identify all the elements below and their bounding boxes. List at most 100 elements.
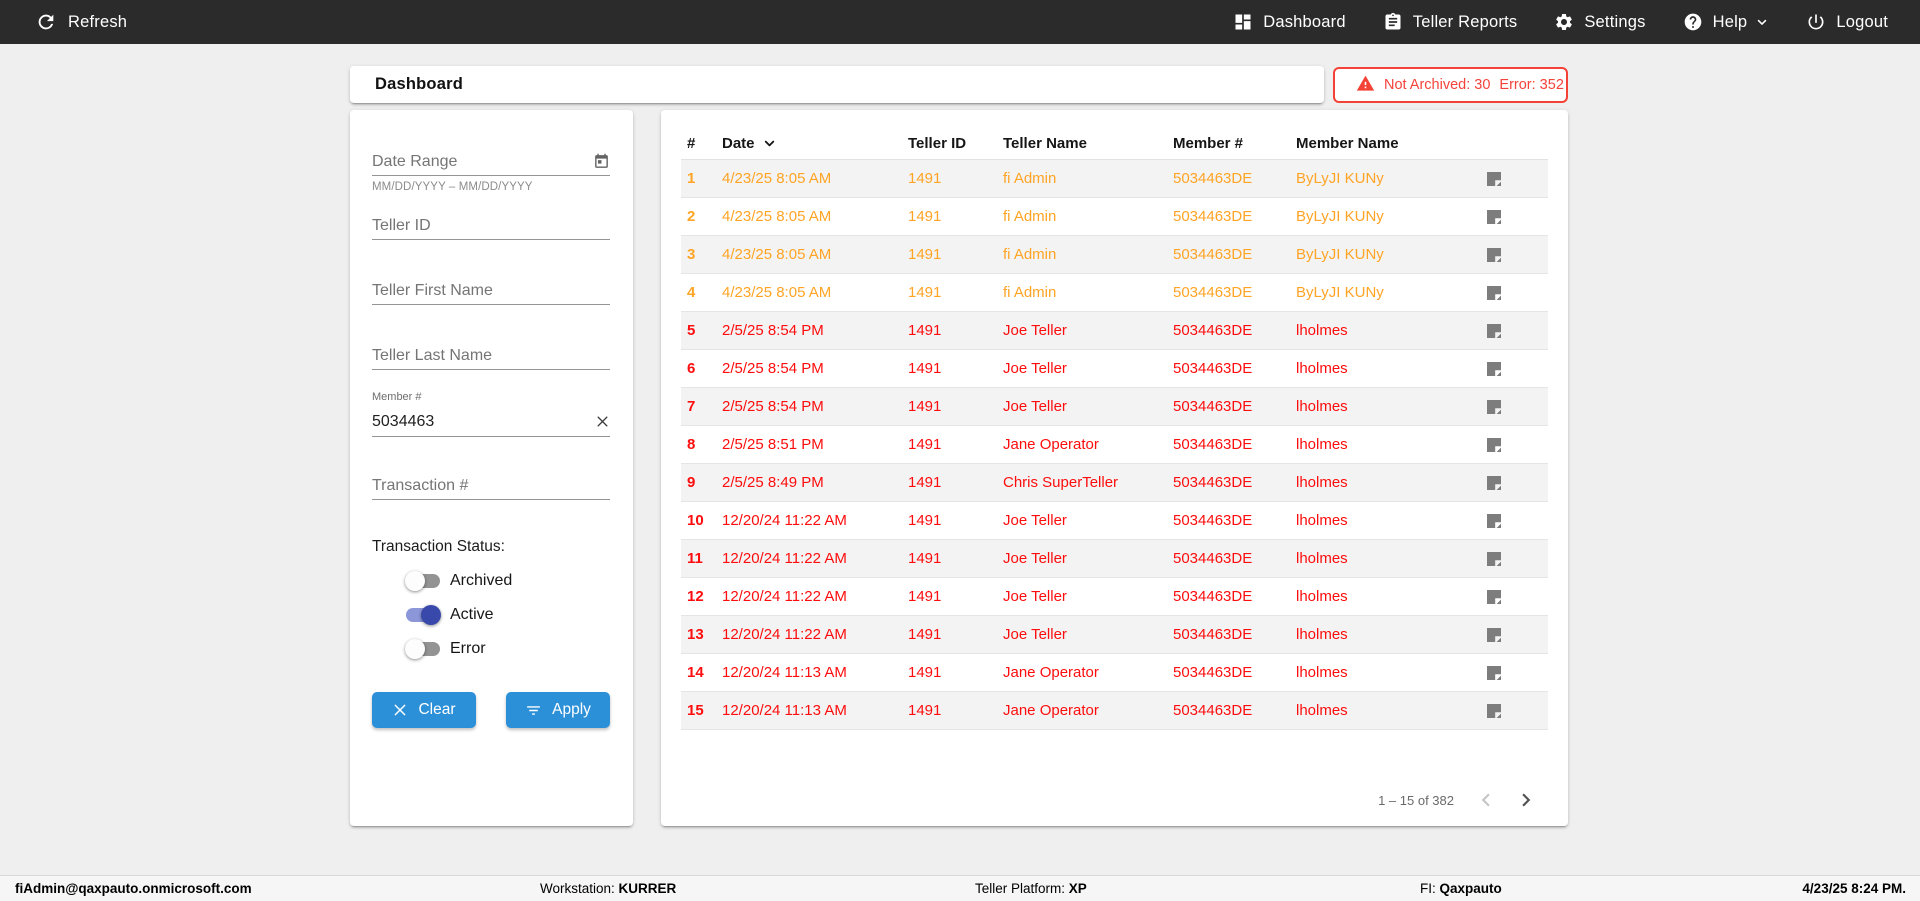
chevron-right-icon: [1513, 787, 1539, 813]
table-row[interactable]: 11 12/20/24 11:22 AM 1491 Joe Teller 5034463…: [681, 540, 1548, 578]
cell-member-name: lholmes: [1296, 588, 1348, 605]
note-icon[interactable]: [1486, 247, 1548, 263]
cell-teller-id: 1491: [908, 474, 942, 491]
cell-member-num: 5034463DE: [1173, 512, 1253, 529]
sort-desc-icon: [762, 136, 777, 151]
table-row[interactable]: 5 2/5/25 8:54 PM 1491 Joe Teller 5034463DE lh…: [681, 312, 1548, 350]
toggle-error[interactable]: Error: [405, 639, 486, 659]
note-icon[interactable]: [1486, 437, 1548, 453]
cell-teller-id: 1491: [908, 360, 942, 377]
table-row[interactable]: 13 12/20/24 11:22 AM 1491 Joe Teller 5034463…: [681, 616, 1548, 654]
cell-teller-id: 1491: [908, 550, 942, 567]
table-row[interactable]: 2 4/23/25 8:05 AM 1491 fi Admin 5034463DE ByL…: [681, 198, 1548, 236]
chevron-left-icon: [1473, 787, 1499, 813]
prev-page-button[interactable]: [1466, 780, 1506, 820]
teller-id-placeholder: Teller ID: [372, 216, 431, 234]
cell-num: 2: [687, 208, 696, 225]
alert-banner[interactable]: Not Archived: 30 Error: 352: [1333, 67, 1568, 103]
financial-institution: FI: Qaxpauto: [1420, 881, 1502, 896]
toggle-active[interactable]: Active: [405, 605, 494, 625]
note-icon[interactable]: [1486, 171, 1548, 187]
note-icon[interactable]: [1486, 703, 1548, 719]
refresh-button[interactable]: Refresh: [0, 0, 127, 44]
col-date[interactable]: Date: [722, 135, 908, 152]
teller-first-name-field[interactable]: Teller First Name: [372, 277, 610, 305]
apply-button[interactable]: Apply: [506, 692, 610, 728]
cell-date: 2/5/25 8:54 PM: [722, 398, 824, 415]
date-range-placeholder: Date Range: [372, 152, 458, 170]
nav-item-dashboard[interactable]: Dashboard: [1233, 0, 1346, 44]
cell-num: 12: [687, 588, 704, 605]
note-icon[interactable]: [1486, 627, 1548, 643]
cell-member-name: lholmes: [1296, 436, 1348, 453]
col-member-name[interactable]: Member Name: [1296, 135, 1486, 152]
active-switch[interactable]: [405, 605, 441, 625]
table-row[interactable]: 12 12/20/24 11:22 AM 1491 Joe Teller 5034463…: [681, 578, 1548, 616]
table-row[interactable]: 8 2/5/25 8:51 PM 1491 Jane Operator 5034463D…: [681, 426, 1548, 464]
cell-num: 10: [687, 512, 704, 529]
note-icon[interactable]: [1486, 323, 1548, 339]
note-icon[interactable]: [1486, 513, 1548, 529]
cell-teller-name: Chris SuperTeller: [1003, 474, 1119, 491]
close-icon: [392, 702, 408, 718]
note-icon[interactable]: [1486, 551, 1548, 567]
table-row[interactable]: 15 12/20/24 11:13 AM 1491 Jane Operator 5034…: [681, 692, 1548, 730]
table-row[interactable]: 9 2/5/25 8:49 PM 1491 Chris SuperTeller 5034…: [681, 464, 1548, 502]
date-range-field[interactable]: Date Range MM/DD/YYYY – MM/DD/YYYY: [372, 148, 610, 193]
calendar-icon[interactable]: [593, 153, 610, 170]
table-row[interactable]: 3 4/23/25 8:05 AM 1491 fi Admin 5034463DE ByL…: [681, 236, 1548, 274]
cell-num: 14: [687, 664, 704, 681]
member-number-value[interactable]: 5034463: [372, 413, 595, 431]
teller-last-name-field[interactable]: Teller Last Name: [372, 342, 610, 370]
teller-id-field[interactable]: Teller ID: [372, 212, 610, 240]
nav-item-help[interactable]: Help: [1683, 0, 1770, 44]
cell-teller-name: fi Admin: [1003, 246, 1057, 263]
nav-item-settings[interactable]: Settings: [1554, 0, 1645, 44]
cell-date: 12/20/24 11:22 AM: [722, 588, 847, 605]
error-switch[interactable]: [405, 639, 441, 659]
dashboard-icon: [1233, 12, 1253, 32]
cell-member-num: 5034463DE: [1173, 664, 1253, 681]
transaction-number-field[interactable]: Transaction #: [372, 472, 610, 500]
note-icon[interactable]: [1486, 209, 1548, 225]
cell-member-name: lholmes: [1296, 702, 1348, 719]
member-number-field[interactable]: Member # 5034463: [372, 391, 610, 437]
top-nav: Refresh Dashboard Teller Reports Setting…: [0, 0, 1920, 44]
cell-teller-name: fi Admin: [1003, 284, 1057, 301]
cell-member-name: ByLyJI KUNy: [1296, 284, 1384, 301]
col-teller-id[interactable]: Teller ID: [908, 135, 1003, 152]
nav-menu: Dashboard Teller Reports Settings Help L…: [1233, 0, 1920, 44]
note-icon[interactable]: [1486, 361, 1548, 377]
cell-date: 12/20/24 11:22 AM: [722, 550, 847, 567]
note-icon[interactable]: [1486, 589, 1548, 605]
col-member-num[interactable]: Member #: [1173, 135, 1296, 152]
note-icon[interactable]: [1486, 285, 1548, 301]
archived-switch[interactable]: [405, 571, 441, 591]
cell-member-name: lholmes: [1296, 360, 1348, 377]
cell-num: 5: [687, 322, 696, 339]
cell-member-name: lholmes: [1296, 474, 1348, 491]
col-teller-name[interactable]: Teller Name: [1003, 135, 1173, 152]
note-icon[interactable]: [1486, 665, 1548, 681]
table-row[interactable]: 1 4/23/25 8:05 AM 1491 fi Admin 5034463DE ByL…: [681, 160, 1548, 198]
table-row[interactable]: 7 2/5/25 8:54 PM 1491 Joe Teller 5034463DE lh…: [681, 388, 1548, 426]
toggle-archived[interactable]: Archived: [405, 571, 512, 591]
nav-item-logout[interactable]: Logout: [1806, 0, 1888, 44]
cell-teller-name: Joe Teller: [1003, 512, 1067, 529]
teller-first-name-placeholder: Teller First Name: [372, 281, 493, 299]
table-row[interactable]: 6 2/5/25 8:54 PM 1491 Joe Teller 5034463DE lh…: [681, 350, 1548, 388]
alert-not-archived: Not Archived: 30: [1384, 77, 1491, 93]
clear-button[interactable]: Clear: [372, 692, 476, 728]
cell-teller-id: 1491: [908, 702, 942, 719]
nav-item-teller-reports[interactable]: Teller Reports: [1383, 0, 1518, 44]
table-row[interactable]: 14 12/20/24 11:13 AM 1491 Jane Operator 5034…: [681, 654, 1548, 692]
next-page-button[interactable]: [1506, 780, 1546, 820]
workstation: Workstation: KURRER: [540, 881, 677, 896]
cell-member-name: lholmes: [1296, 512, 1348, 529]
table-row[interactable]: 10 12/20/24 11:22 AM 1491 Joe Teller 5034463…: [681, 502, 1548, 540]
cell-teller-id: 1491: [908, 246, 942, 263]
note-icon[interactable]: [1486, 475, 1548, 491]
table-row[interactable]: 4 4/23/25 8:05 AM 1491 fi Admin 5034463DE ByL…: [681, 274, 1548, 312]
note-icon[interactable]: [1486, 399, 1548, 415]
clear-member-icon[interactable]: [595, 414, 610, 429]
